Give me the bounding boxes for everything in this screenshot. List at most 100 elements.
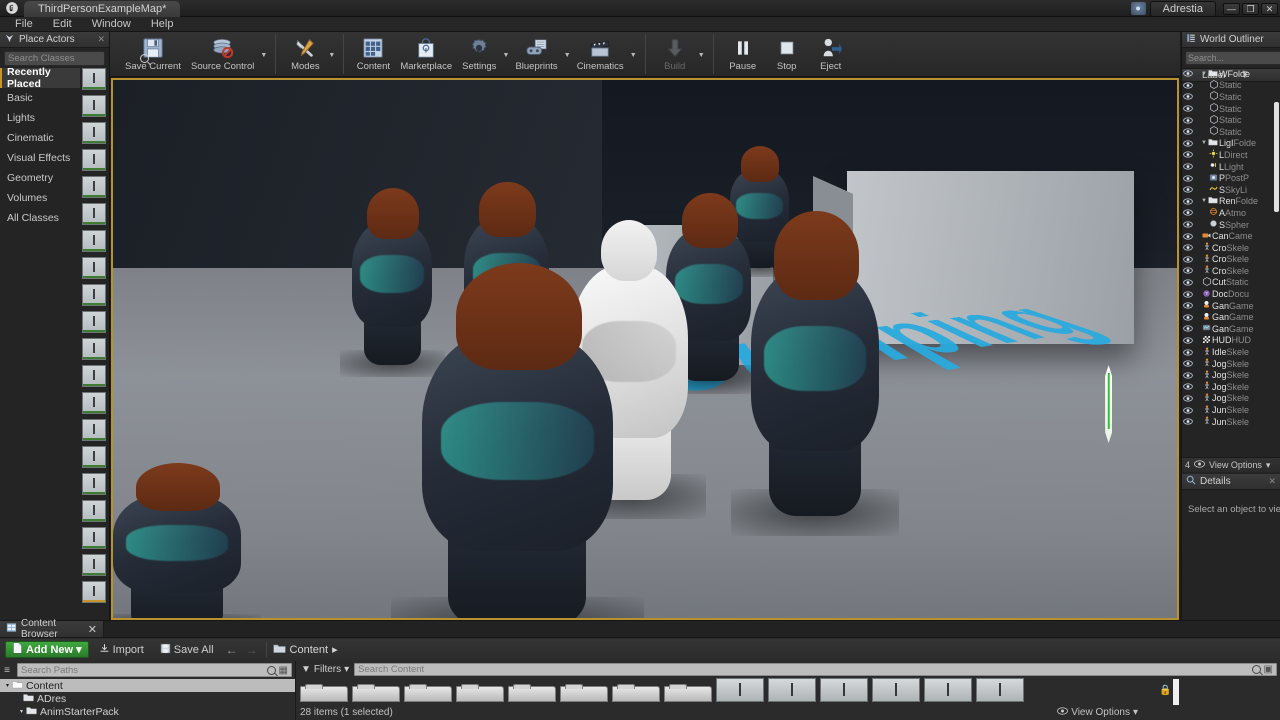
outliner-row[interactable]: GanGame: [1182, 323, 1280, 335]
place-actors-category-visual-effects[interactable]: Visual Effects: [0, 148, 80, 168]
asset-folder-tile[interactable]: [612, 686, 660, 702]
close-icon[interactable]: ✕: [1268, 476, 1276, 487]
outliner-row[interactable]: CroSkele: [1182, 265, 1280, 277]
world-outliner-tab[interactable]: World Outliner: [1182, 32, 1280, 48]
eye-icon[interactable]: [1182, 244, 1194, 251]
expander-icon[interactable]: ▾: [6, 682, 9, 689]
outliner-row[interactable]: CanCame: [1182, 230, 1280, 242]
asset-folder-tile[interactable]: [404, 686, 452, 702]
outliner-search-input[interactable]: [1185, 51, 1280, 65]
eye-icon[interactable]: [1182, 70, 1194, 77]
path-tree-item[interactable]: ▾ AnimStarterPack: [0, 705, 295, 718]
level-viewport[interactable]: Jumping: [111, 78, 1179, 620]
asset-tile[interactable]: [872, 678, 920, 702]
eye-icon[interactable]: [1182, 407, 1194, 414]
forward-arrow-icon[interactable]: →: [244, 643, 260, 657]
eye-icon[interactable]: [1182, 267, 1194, 274]
outliner-row[interactable]: CutStatic: [1182, 277, 1280, 289]
place-actors-category-geometry[interactable]: Geometry: [0, 168, 80, 188]
menu-help[interactable]: Help: [142, 17, 183, 32]
place-actors-category-cinematic[interactable]: Cinematic: [0, 128, 80, 148]
eye-icon[interactable]: [1182, 360, 1194, 367]
stop-button[interactable]: Stop: [765, 32, 809, 76]
place-actors-category-lights[interactable]: Lights: [0, 108, 80, 128]
asset-tile[interactable]: [768, 678, 816, 702]
place-actors-thumbnail[interactable]: [82, 257, 106, 279]
asset-folder-tile[interactable]: [456, 686, 504, 702]
eye-icon[interactable]: [1182, 256, 1194, 263]
asset-folder-tile[interactable]: [300, 686, 348, 702]
account-avatar-icon[interactable]: ●: [1131, 2, 1146, 15]
back-arrow-icon[interactable]: ←: [224, 643, 240, 657]
place-actors-thumbnail[interactable]: [82, 554, 106, 576]
place-actors-thumbnail[interactable]: [82, 500, 106, 522]
outliner-row[interactable]: JunSkele: [1182, 416, 1280, 428]
eye-icon[interactable]: [1182, 314, 1194, 321]
eye-icon[interactable]: [1182, 291, 1194, 298]
eye-icon[interactable]: [1182, 105, 1194, 112]
search-classes-input[interactable]: [4, 51, 105, 66]
paths-settings-icon[interactable]: ▦: [279, 665, 288, 676]
content-browser-tab[interactable]: Content Browser ✕: [0, 621, 104, 638]
eye-icon[interactable]: [1182, 93, 1194, 100]
path-tree-item[interactable]: ▾ Content: [0, 679, 295, 692]
outliner-row[interactable]: LDirect: [1182, 149, 1280, 161]
content-button[interactable]: Content: [351, 32, 395, 76]
cinematics-button[interactable]: Cinematics: [572, 32, 629, 76]
eye-icon[interactable]: [1182, 349, 1194, 356]
blueprints-button[interactable]: Blueprints: [510, 32, 562, 76]
place-actors-thumbnail[interactable]: [82, 230, 106, 252]
outliner-row[interactable]: SSpher: [1182, 219, 1280, 231]
outliner-row[interactable]: JunSkele: [1182, 404, 1280, 416]
outliner-row[interactable]: Static: [1182, 103, 1280, 115]
outliner-row[interactable]: AAtmo: [1182, 207, 1280, 219]
eye-icon[interactable]: [1182, 151, 1194, 158]
build-button[interactable]: Build: [653, 32, 697, 76]
asset-folder-tile[interactable]: [508, 686, 556, 702]
eye-icon[interactable]: [1182, 117, 1194, 124]
paths-search-input[interactable]: ▦: [17, 663, 292, 677]
eye-icon[interactable]: [1182, 337, 1194, 344]
asset-tile[interactable]: [924, 678, 972, 702]
place-actors-category-all-classes[interactable]: All Classes: [0, 208, 80, 228]
place-actors-tab[interactable]: Place Actors ✕: [0, 32, 109, 48]
paths-search-field[interactable]: [21, 665, 264, 676]
expander-icon[interactable]: ▼: [1201, 71, 1207, 77]
outliner-scrollbar[interactable]: [1274, 102, 1279, 212]
outliner-row[interactable]: IdleSkele: [1182, 346, 1280, 358]
place-actors-category-basic[interactable]: Basic: [0, 88, 80, 108]
place-actors-thumbnail[interactable]: [82, 365, 106, 387]
eye-icon[interactable]: [1182, 221, 1194, 228]
outliner-row[interactable]: JogSkele: [1182, 381, 1280, 393]
account-name[interactable]: Adrestia: [1150, 1, 1216, 17]
asset-folder-tile[interactable]: [560, 686, 608, 702]
outliner-row[interactable]: Static: [1182, 91, 1280, 103]
outliner-row[interactable]: GanGame: [1182, 300, 1280, 312]
import-button[interactable]: Import: [93, 641, 150, 658]
outliner-row[interactable]: Static: [1182, 114, 1280, 126]
outliner-row[interactable]: JogSkele: [1182, 358, 1280, 370]
outliner-row[interactable]: ? DocDocu: [1182, 288, 1280, 300]
path-tree-item[interactable]: ADres: [0, 692, 295, 705]
eye-icon[interactable]: [1182, 302, 1194, 309]
add-new-button[interactable]: Add New ▾: [5, 641, 89, 658]
blueprints-dropdown-icon[interactable]: ▼: [563, 32, 572, 76]
place-actors-thumbnail[interactable]: [82, 284, 106, 306]
content-search-field[interactable]: [358, 664, 1248, 675]
place-actors-thumbnail[interactable]: [82, 311, 106, 333]
eye-icon[interactable]: [1182, 209, 1194, 216]
place-actors-category-volumes[interactable]: Volumes: [0, 188, 80, 208]
place-actors-thumbnail[interactable]: [82, 203, 106, 225]
lock-icon[interactable]: 🔒: [1159, 685, 1170, 696]
save-search-icon[interactable]: ▣: [1264, 664, 1273, 675]
outliner-row[interactable]: GanGame: [1182, 311, 1280, 323]
place-actors-category-recently-placed[interactable]: Recently Placed: [0, 68, 80, 88]
eye-icon[interactable]: [1182, 140, 1194, 147]
chevron-right-icon[interactable]: ▸: [332, 643, 338, 656]
outliner-row[interactable]: Static: [1182, 80, 1280, 92]
expander-icon[interactable]: ▼: [1201, 198, 1207, 204]
eye-icon[interactable]: [1182, 128, 1194, 135]
place-actors-thumbnail[interactable]: [82, 149, 106, 171]
eye-icon[interactable]: [1182, 383, 1194, 390]
eye-icon[interactable]: [1182, 186, 1194, 193]
